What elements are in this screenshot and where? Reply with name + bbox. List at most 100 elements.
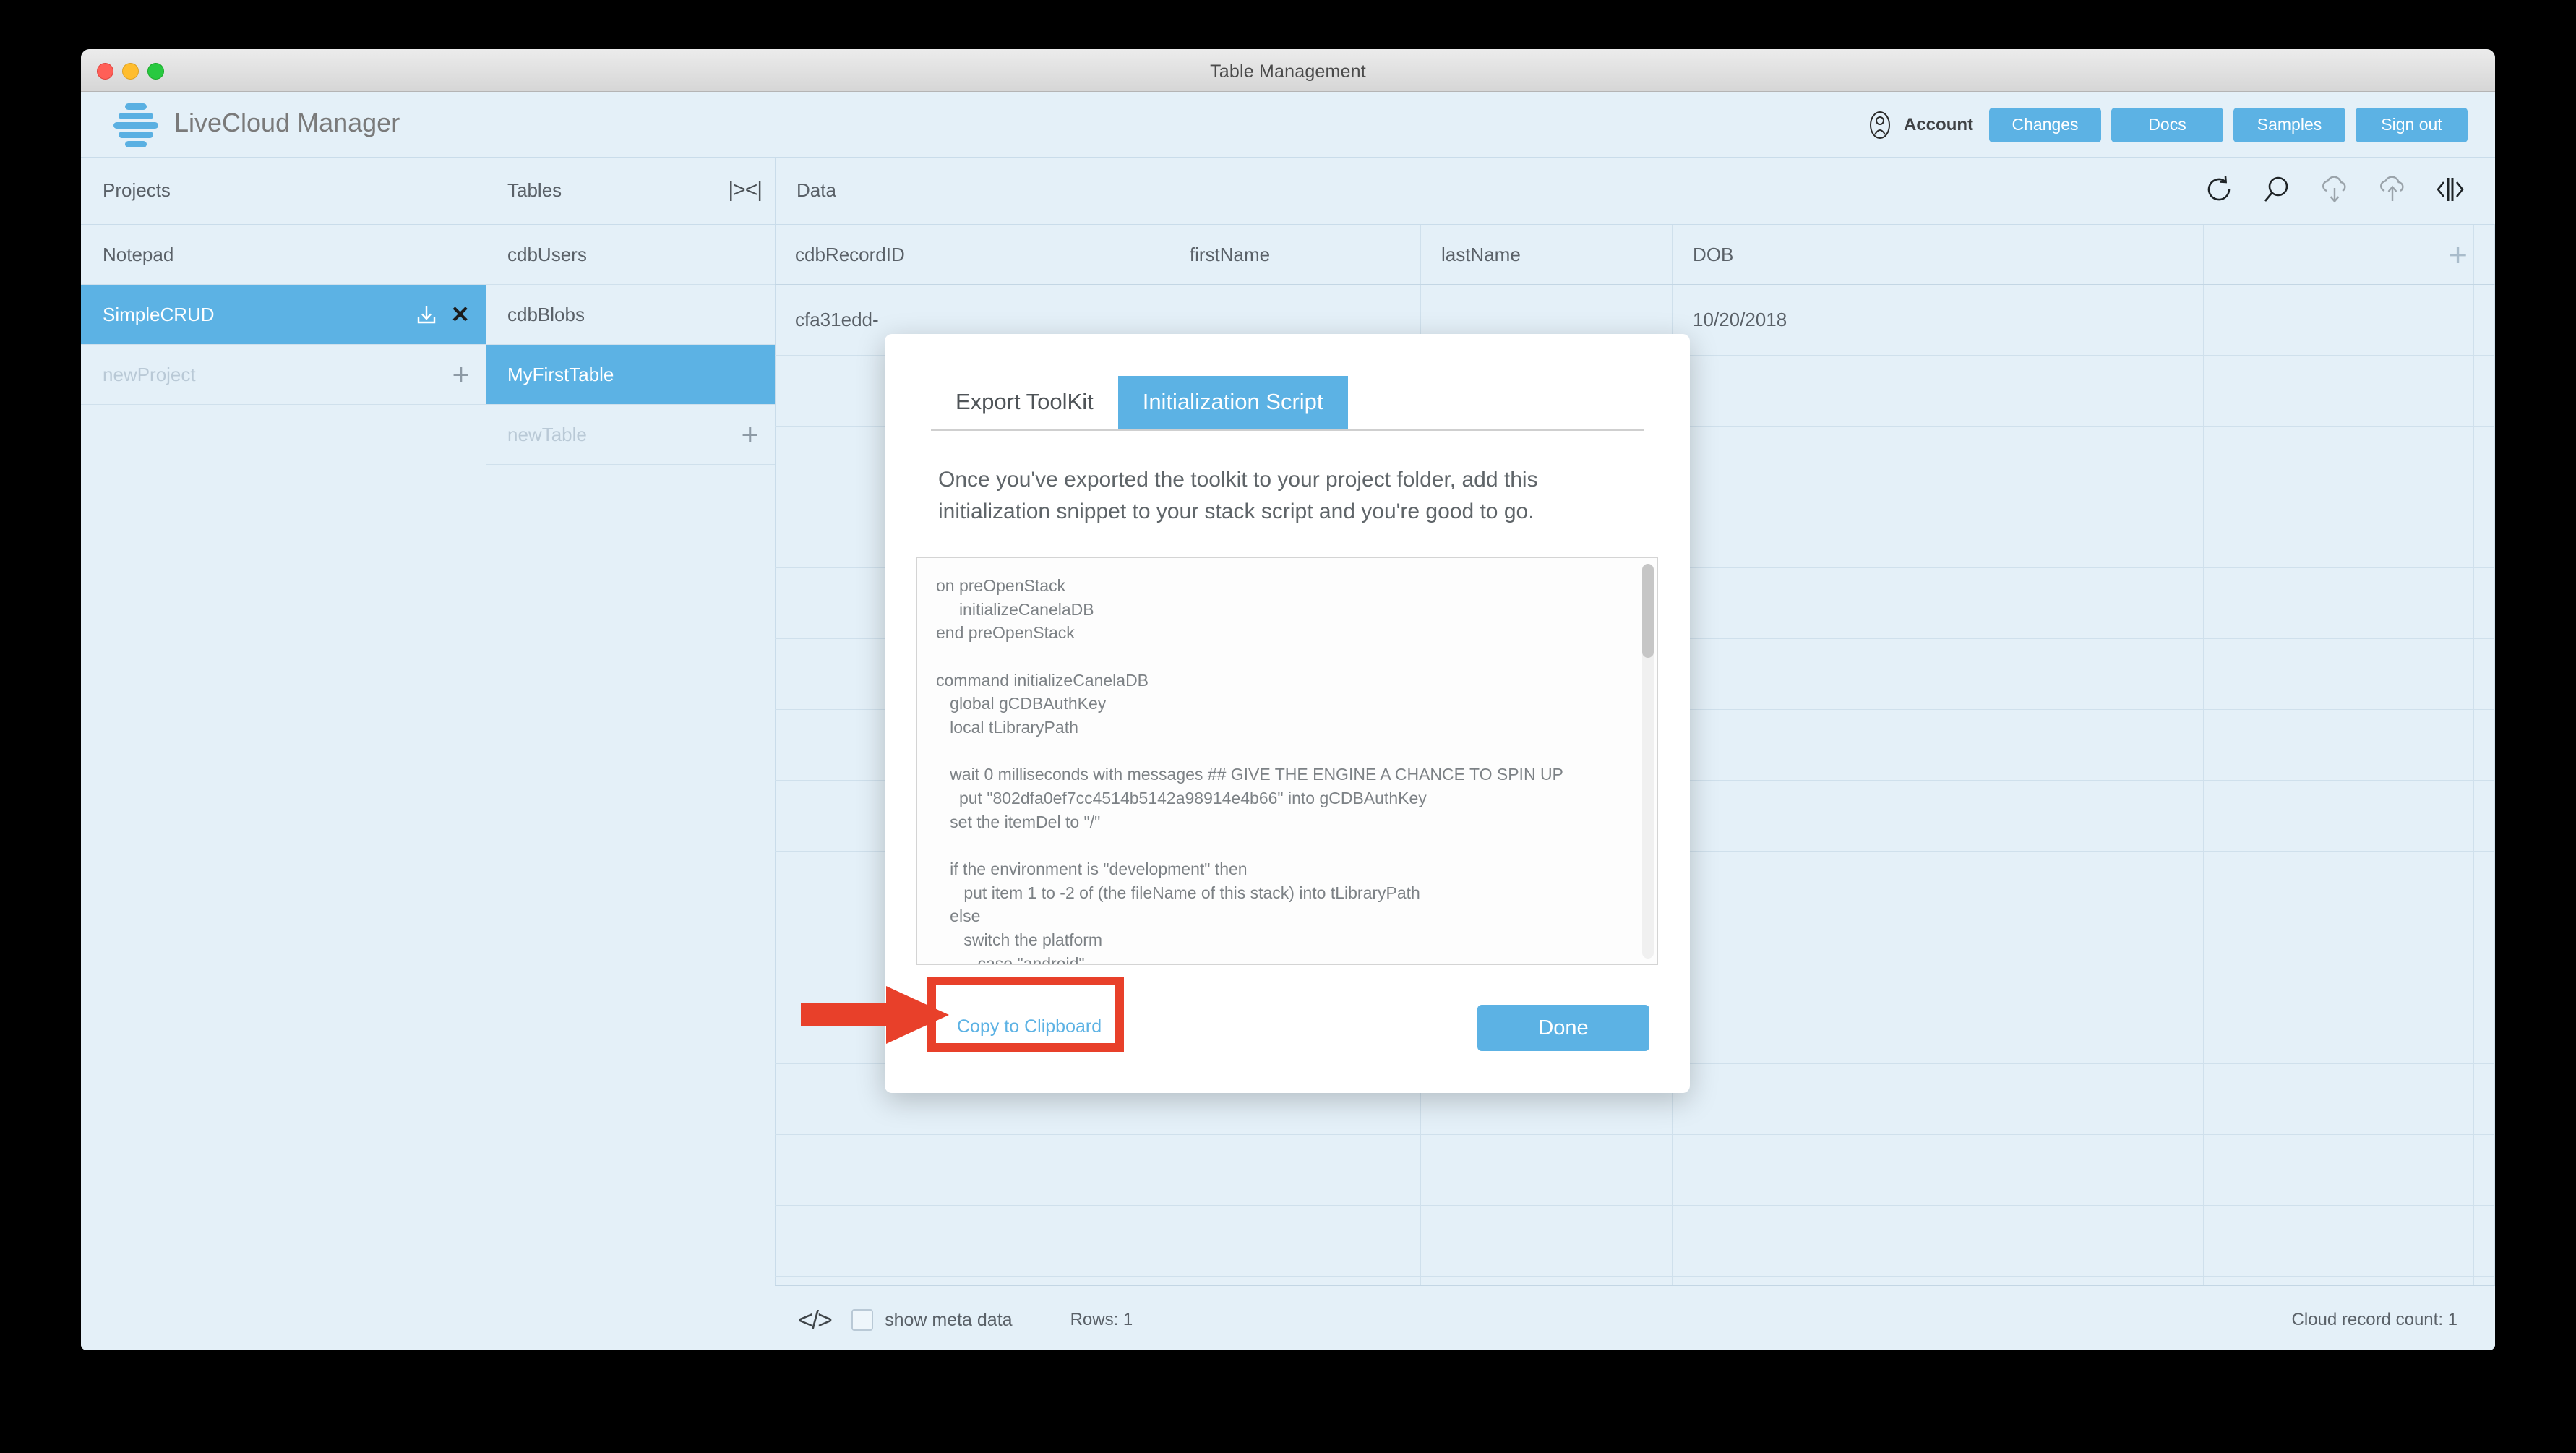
account-button[interactable]: Account [1866,111,1973,140]
table-cell[interactable] [1421,1135,1673,1205]
column-header[interactable]: cdbRecordID [775,225,1169,284]
table-cell[interactable] [2204,710,2475,780]
table-cell[interactable] [2204,781,2475,851]
column-header[interactable]: lastName [1421,225,1673,284]
table-cell[interactable] [1673,1064,2204,1134]
table-cell[interactable] [775,1206,1169,1276]
table-row-myfirsttable[interactable]: MyFirstTable [486,345,775,405]
sign-out-button[interactable]: Sign out [2356,108,2468,142]
search-icon[interactable] [2261,173,2293,205]
table-cell[interactable] [2204,852,2475,922]
code-snippet-text: on preOpenStack initializeCanelaDB end p… [936,576,1563,965]
table-cell[interactable] [1673,710,2204,780]
project-label: Notepad [103,243,174,265]
cloud-upload-icon[interactable] [2377,173,2408,205]
column-header[interactable] [2204,225,2475,284]
table-cell[interactable] [2474,568,2495,638]
column-header[interactable]: firstName [1169,225,1421,284]
table-cell[interactable] [1673,1135,2204,1205]
app-header: LiveCloud Manager Account Changes Docs S… [81,92,2495,158]
project-row-simplecrud[interactable]: SimpleCRUD ✕ [81,285,486,345]
show-meta-data-checkbox[interactable] [851,1309,874,1331]
table-cell[interactable] [2204,568,2475,638]
table-cell[interactable] [1169,1206,1421,1276]
table-cell[interactable] [1673,356,2204,426]
project-row-newproject[interactable]: newProject + [81,345,486,405]
table-cell[interactable] [2474,639,2495,709]
collapse-panel-icon[interactable]: |><| [728,178,763,202]
table-cell[interactable] [2204,497,2475,567]
tab-export-toolkit[interactable]: Export ToolKit [931,376,1118,429]
download-icon[interactable] [416,304,437,325]
table-cell[interactable] [1673,639,2204,709]
table-cell[interactable] [1673,781,2204,851]
samples-button[interactable]: Samples [2233,108,2345,142]
table-cell[interactable] [2474,710,2495,780]
code-snippet-box[interactable]: on preOpenStack initializeCanelaDB end p… [916,557,1658,965]
table-cell[interactable] [1673,427,2204,497]
initialization-script-dialog: Export ToolKit Initialization Script Onc… [885,334,1690,1093]
project-row-notepad[interactable]: Notepad [81,225,486,285]
code-view-icon[interactable]: </> [798,1305,833,1335]
add-column-plus-icon[interactable]: + [2448,238,2468,271]
table-cell[interactable] [2204,1135,2475,1205]
table-row-cdbblobs[interactable]: cdbBlobs [486,285,775,345]
table-cell[interactable] [2474,427,2495,497]
table-cell[interactable] [2474,1206,2495,1276]
project-row-actions: + [452,345,470,404]
table-cell[interactable] [2204,285,2475,355]
header-actions: Account Changes Docs Samples Sign out [1866,108,2468,142]
table-cell[interactable] [2474,993,2495,1063]
column-header[interactable]: DOB [1673,225,2204,284]
table-cell[interactable] [1421,1206,1673,1276]
table-cell[interactable] [2204,1064,2475,1134]
table-cell[interactable] [2474,852,2495,922]
docs-button[interactable]: Docs [2111,108,2223,142]
close-icon[interactable]: ✕ [450,303,470,326]
projects-panel: Notepad SimpleCRUD ✕ newProject + [81,225,486,1350]
add-table-plus-icon[interactable]: + [741,419,759,450]
table-cell[interactable] [1673,852,2204,922]
code-scrollbar-thumb[interactable] [1642,564,1654,658]
table-row-cdbusers[interactable]: cdbUsers [486,225,775,285]
cloud-record-count-label: Cloud record count: 1 [2291,1310,2457,1329]
table-cell[interactable] [2474,497,2495,567]
table-row-newtable[interactable]: newTable + [486,405,775,465]
table-cell[interactable] [2204,922,2475,993]
table-cell[interactable] [2204,427,2475,497]
table-cell[interactable] [1673,922,2204,993]
table-cell[interactable] [2204,639,2475,709]
table-cell[interactable] [2474,1135,2495,1205]
table-cell[interactable] [1673,568,2204,638]
table-label: cdbBlobs [507,303,585,325]
done-button[interactable]: Done [1477,1005,1649,1051]
table-cell[interactable] [2474,781,2495,851]
table-cell[interactable] [1673,993,2204,1063]
account-label: Account [1904,115,1973,134]
add-project-plus-icon[interactable]: + [452,359,470,390]
expand-panel-icon[interactable] [2434,173,2466,205]
dialog-description: Once you've exported the toolkit to your… [938,468,1538,523]
table-cell[interactable]: 10/20/2018 [1673,285,2204,355]
brand-name: LiveCloud Manager [174,108,400,137]
table-row[interactable] [775,1206,2495,1277]
table-cell[interactable] [2204,1206,2475,1276]
table-cell[interactable] [1673,497,2204,567]
tab-initialization-script[interactable]: Initialization Script [1117,376,1348,429]
table-cell[interactable] [1673,1206,2204,1276]
changes-button[interactable]: Changes [1989,108,2101,142]
table-cell[interactable] [2474,285,2495,355]
refresh-icon[interactable] [2203,173,2235,205]
table-cell[interactable] [2474,356,2495,426]
cloud-download-icon[interactable] [2319,173,2350,205]
copy-to-clipboard-link[interactable]: Copy to Clipboard [957,1016,1102,1037]
add-column-header[interactable] [2474,225,2495,284]
table-row[interactable] [775,1135,2495,1206]
table-cell[interactable] [2204,356,2475,426]
table-cell[interactable] [2474,922,2495,993]
table-cell[interactable] [2204,993,2475,1063]
table-cell[interactable] [775,1135,1169,1205]
brand: LiveCloud Manager [113,100,400,147]
table-cell[interactable] [1169,1135,1421,1205]
table-cell[interactable] [2474,1064,2495,1134]
